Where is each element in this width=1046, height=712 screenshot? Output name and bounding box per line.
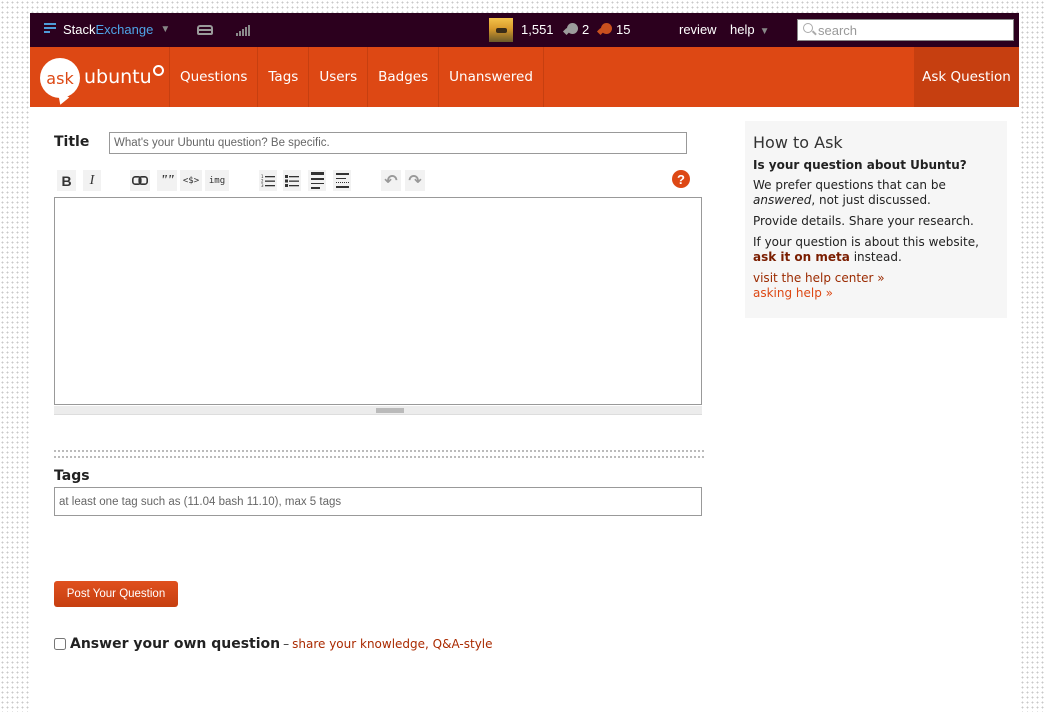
title-label: Title xyxy=(54,134,90,150)
website-text: If your question is about this website, xyxy=(753,235,979,249)
ask-on-meta-link[interactable]: ask it on meta xyxy=(753,250,850,264)
heading-icon xyxy=(310,172,324,189)
brand-stack: Stack xyxy=(63,22,96,37)
horizontal-rule-icon xyxy=(335,173,349,188)
answer-own-question[interactable]: Answer your own question – share your kn… xyxy=(54,636,493,652)
code-button[interactable]: <$> xyxy=(180,170,202,191)
logo-bubble: ask xyxy=(40,58,80,98)
silver-badge-count: 2 xyxy=(582,22,590,37)
prefer-text: We prefer questions that can be xyxy=(753,178,946,192)
chevron-down-icon: ▼ xyxy=(160,24,171,35)
tags-input[interactable] xyxy=(54,487,702,516)
question-body-editor[interactable] xyxy=(54,197,702,405)
search-input[interactable] xyxy=(818,22,1008,38)
sidebar-title: How to Ask xyxy=(753,133,843,152)
reputation-count[interactable]: 1,551 xyxy=(521,22,554,37)
answer-own-subtitle[interactable]: share your knowledge, Q&A-style xyxy=(292,637,492,651)
top-bar: Stack Exchange ▼ 1,551 2 15 review help ▼ xyxy=(30,13,1019,47)
answer-own-dash: – xyxy=(283,637,290,651)
editor-resize-grip[interactable] xyxy=(54,406,702,415)
undo-button[interactable]: ↶ xyxy=(381,170,401,191)
silver-badge-icon xyxy=(567,23,578,34)
svg-text:3: 3 xyxy=(261,183,264,188)
askubuntu-logo[interactable]: ask ubuntu xyxy=(40,57,164,99)
answer-own-checkbox[interactable] xyxy=(54,638,66,650)
ubuntu-circle-icon xyxy=(152,64,164,76)
redo-button[interactable]: ↷ xyxy=(405,170,425,191)
help-label: help xyxy=(730,22,755,37)
link-icon xyxy=(132,176,148,185)
prefer-text-end: , not just discussed. xyxy=(811,193,931,207)
inbox-icon[interactable] xyxy=(197,25,213,35)
sidebar-details: Provide details. Share your research. xyxy=(753,214,974,228)
ordered-list-icon: 123 xyxy=(261,174,275,188)
main-nav: Questions Tags Users Badges Unanswered xyxy=(169,47,544,107)
post-question-button[interactable]: Post Your Question xyxy=(54,581,178,607)
help-menu[interactable]: help ▼ xyxy=(730,22,769,37)
site-header: ask ubuntu Questions Tags Users Badges U… xyxy=(30,47,1019,107)
heading-button[interactable] xyxy=(308,170,326,191)
help-center-link[interactable]: visit the help center » xyxy=(753,271,999,286)
how-to-ask-sidebar: How to Ask Is your question about Ubuntu… xyxy=(745,121,1007,318)
search-box xyxy=(797,19,1014,41)
nav-questions[interactable]: Questions xyxy=(169,47,257,107)
achievements-icon[interactable] xyxy=(236,24,252,36)
sidebar-prefer: We prefer questions that can be answered,… xyxy=(753,178,999,208)
answer-own-label: Answer your own question xyxy=(70,636,281,652)
bold-button[interactable]: B xyxy=(57,170,76,191)
chevron-down-icon: ▼ xyxy=(759,26,770,37)
prefer-emphasis: answered xyxy=(753,193,812,207)
markdown-help-icon[interactable]: ? xyxy=(672,170,690,188)
blockquote-button[interactable]: "" xyxy=(157,170,177,191)
stackexchange-menu[interactable]: Stack Exchange ▼ xyxy=(44,22,170,37)
asking-help-link[interactable]: asking help » xyxy=(753,286,999,301)
italic-button[interactable]: I xyxy=(83,170,101,191)
search-icon xyxy=(803,23,813,33)
nav-users[interactable]: Users xyxy=(308,47,367,107)
link-button[interactable] xyxy=(130,170,150,191)
bronze-badge-count: 15 xyxy=(616,22,631,37)
bulleted-list-icon xyxy=(285,174,299,187)
image-button[interactable]: img xyxy=(205,170,229,191)
sidebar-website: If your question is about this website, a… xyxy=(753,235,999,265)
review-link[interactable]: review xyxy=(679,22,717,37)
tags-label: Tags xyxy=(54,468,90,484)
logo-word: ubuntu xyxy=(84,66,152,88)
editor-toolbar: B I "" <$> img 123 ↶ ↷ ? xyxy=(54,170,702,192)
nav-badges[interactable]: Badges xyxy=(367,47,438,107)
preview-separator xyxy=(54,450,704,458)
title-input[interactable] xyxy=(109,132,687,154)
nav-unanswered[interactable]: Unanswered xyxy=(438,47,544,107)
bulleted-list-button[interactable] xyxy=(283,170,301,191)
ordered-list-button[interactable]: 123 xyxy=(259,170,277,191)
background-gap xyxy=(30,0,1019,13)
avatar[interactable] xyxy=(489,18,513,42)
ask-question-button[interactable]: Ask Question xyxy=(914,47,1019,107)
bronze-badge-icon xyxy=(601,23,612,34)
website-text-end: instead. xyxy=(849,250,902,264)
page: Stack Exchange ▼ 1,551 2 15 review help ▼ … xyxy=(30,0,1019,712)
brand-exchange: Exchange xyxy=(95,22,154,37)
stackexchange-icon xyxy=(44,22,56,37)
horizontal-rule-button[interactable] xyxy=(333,170,351,191)
nav-tags[interactable]: Tags xyxy=(257,47,308,107)
sidebar-question: Is your question about Ubuntu? xyxy=(753,158,967,172)
